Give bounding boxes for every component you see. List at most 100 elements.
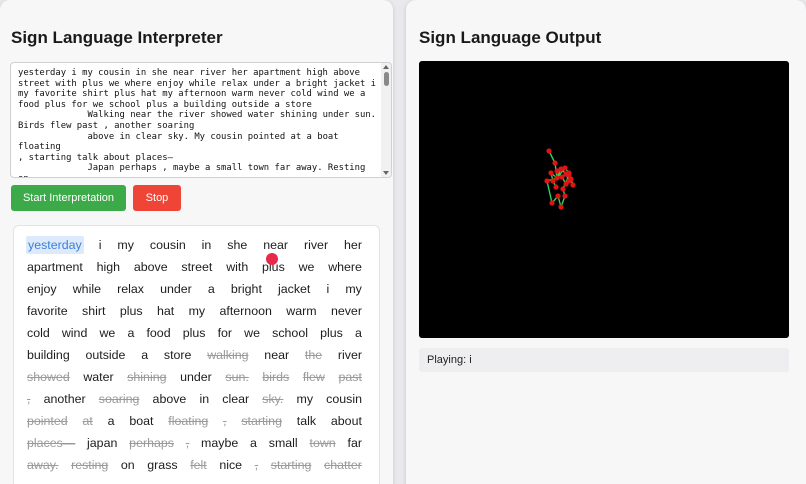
word-token: under — [180, 370, 212, 384]
hand-joint — [549, 200, 555, 206]
word-token: grass — [147, 458, 178, 472]
word-token: on — [120, 458, 135, 472]
word-token: at — [82, 414, 93, 428]
scroll-up-arrow-icon[interactable] — [383, 65, 389, 69]
stop-button[interactable]: Stop — [133, 185, 181, 211]
word-token: above — [133, 260, 168, 274]
word-token: felt — [190, 458, 207, 472]
input-textarea[interactable]: yesterday i my cousin in she near river … — [10, 62, 392, 178]
word-line: enjoy while relax under a bright jacket i my — [26, 280, 363, 298]
word-token: where — [328, 260, 362, 274]
word-token: , — [27, 392, 31, 406]
word-token: building — [27, 348, 70, 362]
word-token: showed — [27, 370, 70, 384]
word-token: japan — [87, 436, 118, 450]
word-token: cold — [27, 326, 50, 340]
word-line: building outside a store walking near the river — [26, 346, 363, 364]
interpreter-panel: Sign Language Interpreter yesterday i my… — [0, 0, 393, 484]
hand-joint — [554, 168, 560, 174]
word-token: we — [244, 326, 261, 340]
scrollbar-thumb[interactable] — [384, 72, 389, 86]
word-token: water — [83, 370, 114, 384]
word-token: wind — [61, 326, 88, 340]
word-token: store — [163, 348, 192, 362]
word-token: my — [296, 392, 314, 406]
word-token: a — [107, 414, 115, 428]
word-token: for — [217, 326, 233, 340]
word-token: in — [199, 392, 210, 406]
hand-joint — [548, 170, 554, 176]
word-token: shirt — [82, 304, 106, 318]
word-token: talk — [296, 414, 317, 428]
hand-joint — [544, 178, 550, 184]
word-token: away. — [27, 458, 59, 472]
word-token: school — [272, 326, 308, 340]
hand-joint — [559, 174, 565, 180]
scroll-down-arrow-icon[interactable] — [383, 171, 389, 175]
word-token: a — [250, 436, 257, 450]
word-token: shining — [127, 370, 167, 384]
word-token: floating — [168, 414, 209, 428]
word-line: favorite shirt plus hat my afternoon warm never — [26, 302, 363, 320]
hand-joint — [546, 148, 552, 154]
word-token: relax — [117, 282, 144, 296]
word-token: we — [99, 326, 116, 340]
word-token: plus — [119, 304, 143, 318]
word-token: with — [226, 260, 249, 274]
word-token: street — [181, 260, 213, 274]
hand-joint — [555, 193, 561, 199]
record-indicator-dot — [266, 253, 278, 265]
start-interpretation-button[interactable]: Start Interpretation — [11, 185, 126, 211]
word-token: we — [298, 260, 315, 274]
word-token: a — [207, 282, 215, 296]
word-token: outside — [85, 348, 126, 362]
word-token: sun. — [225, 370, 249, 384]
word-token: a — [354, 326, 362, 340]
output-title: Sign Language Output — [419, 28, 602, 47]
word-token: my — [117, 238, 134, 252]
word-token: walking — [207, 348, 249, 362]
interpreter-title: Sign Language Interpreter — [11, 28, 223, 47]
word-progress-box: yesterday i my cousin in she near river her apart… — [13, 225, 380, 484]
word-token: cousin — [326, 392, 362, 406]
word-token: food — [146, 326, 171, 340]
word-line: apartment high above street with plus we where — [26, 258, 363, 276]
word-token: hat — [156, 304, 175, 318]
word-token: i — [326, 282, 330, 296]
word-token: my — [188, 304, 206, 318]
playing-status: Playing: i — [419, 348, 789, 372]
word-token: i — [98, 238, 102, 252]
current-word: yesterday — [26, 236, 84, 254]
word-line: yesterday i my cousin in she near river her — [26, 236, 363, 254]
hand-joint — [560, 186, 566, 192]
word-token: under — [160, 282, 192, 296]
word-token: flew — [302, 370, 325, 384]
word-token: town — [309, 436, 336, 450]
word-token: above — [152, 392, 187, 406]
word-token: near — [263, 238, 289, 252]
sign-output-canvas — [419, 61, 789, 338]
hand-joint — [563, 181, 569, 187]
word-token: favorite — [27, 304, 68, 318]
word-token: enjoy — [27, 282, 57, 296]
word-token: starting — [270, 458, 312, 472]
word-line: showed water shining under sun. birds flew past — [26, 368, 363, 386]
word-token: boat — [129, 414, 154, 428]
word-token: afternoon — [219, 304, 272, 318]
word-token: nice — [219, 458, 243, 472]
word-token: a — [141, 348, 149, 362]
word-token: , — [254, 458, 259, 472]
word-token: pointed — [27, 414, 68, 428]
hand-joint — [558, 204, 564, 210]
word-token: chatter — [324, 458, 362, 472]
word-token: in — [201, 238, 212, 252]
textarea-scrollbar[interactable] — [381, 63, 391, 177]
output-panel: Sign Language Output Playing: i — [406, 0, 806, 484]
word-token: resting — [71, 458, 109, 472]
textarea-text[interactable]: yesterday i my cousin in she near river … — [18, 68, 377, 177]
word-line: away. resting on grass felt nice, starting chat… — [26, 456, 363, 474]
word-token: a — [127, 326, 135, 340]
word-token: plus — [320, 326, 343, 340]
word-line: pointed at a boat floating, starting talk about — [26, 412, 363, 430]
word-token: my — [345, 282, 362, 296]
